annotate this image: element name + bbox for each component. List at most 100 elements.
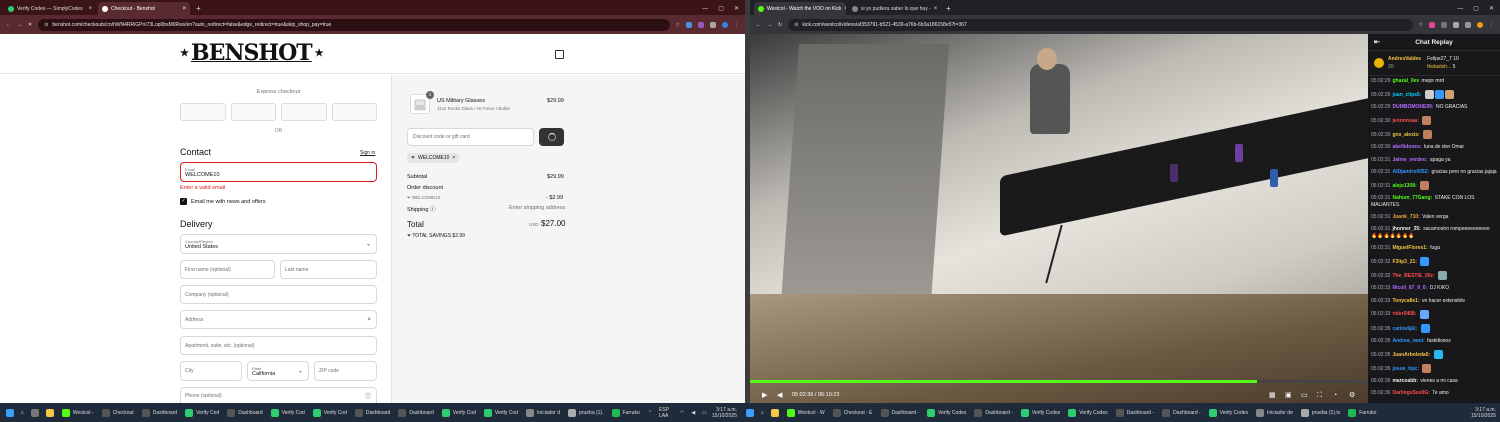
forward-icon[interactable]: → xyxy=(17,22,22,28)
benshot-logo[interactable]: ★ BENSHOT ★ xyxy=(180,40,324,66)
express-pay-button[interactable] xyxy=(180,103,226,121)
wifi-icon[interactable]: ◠ xyxy=(678,405,686,420)
phone-field[interactable]: Phone (optional) ⓘ xyxy=(180,387,377,403)
tab-checkout[interactable]: Checkout - Benshot × xyxy=(98,2,190,15)
message-username[interactable]: abellidones: xyxy=(1392,144,1421,150)
url-field[interactable]: ⊙ benshot.com/checkouts/cn/hWN4RRiGPnI73… xyxy=(38,18,670,31)
bookmark-star-icon[interactable]: ☆ xyxy=(676,22,680,28)
reload-icon[interactable]: ✕ xyxy=(28,22,32,28)
message-username[interactable]: rider5458: xyxy=(1392,311,1416,317)
start-button-icon[interactable] xyxy=(4,405,16,420)
taskbar-app-button[interactable]: Dashboard xyxy=(352,405,393,420)
taskbar-app-button[interactable]: Verify Cod xyxy=(182,405,222,420)
extension-icon[interactable] xyxy=(1441,21,1447,28)
message-username[interactable]: ghazal_llev xyxy=(1392,78,1419,84)
battery-icon[interactable]: ▭ xyxy=(700,405,709,420)
back-icon[interactable]: ← xyxy=(756,22,761,28)
shopping-bag-icon[interactable] xyxy=(555,50,564,59)
taskbar-app-button[interactable]: Dashboard - xyxy=(971,405,1016,420)
file-explorer-icon[interactable] xyxy=(769,405,781,420)
close-window-icon[interactable]: ✕ xyxy=(734,5,739,12)
message-username[interactable]: Jaime_verdeo: xyxy=(1392,157,1427,163)
taskbar-app-button[interactable]: Verify Codes xyxy=(1206,405,1251,420)
country-select[interactable]: Country/Region United States ⌄ xyxy=(180,234,377,254)
taskbar-app-button[interactable]: Verify Cod xyxy=(439,405,479,420)
taskbar-app-button[interactable]: Dashboard xyxy=(395,405,436,420)
taskbar-app-button[interactable]: Verify Codes xyxy=(1018,405,1063,420)
volume-icon[interactable]: ◀ xyxy=(777,392,784,399)
message-username[interactable]: jhonner_35: xyxy=(1392,226,1420,232)
company-field[interactable]: Company (optional) xyxy=(180,285,377,304)
message-username[interactable]: MiguelFlores1: xyxy=(1392,245,1427,251)
close-window-icon[interactable]: ✕ xyxy=(1489,5,1494,12)
taskbar-app-button[interactable]: Verify Codes xyxy=(924,405,969,420)
state-select[interactable]: State California ⌄ xyxy=(247,361,309,381)
info-icon[interactable]: ⓘ xyxy=(430,207,436,213)
message-username[interactable]: alejo1308: xyxy=(1392,183,1416,189)
menu-kebab-icon[interactable]: ⋮ xyxy=(734,22,739,28)
city-field[interactable]: City xyxy=(180,361,242,381)
extensions-puzzle-icon[interactable] xyxy=(1453,21,1459,28)
file-explorer-icon[interactable] xyxy=(44,405,56,420)
taskbar-app-button[interactable]: Verify Cod xyxy=(310,405,350,420)
settings-gear-icon[interactable]: ⚙ xyxy=(1349,392,1356,399)
zip-field[interactable]: ZIP code xyxy=(314,361,377,381)
taskbar-app-button[interactable]: prueba (1).tx xyxy=(1298,405,1343,420)
profile-avatar-icon[interactable] xyxy=(722,21,728,28)
message-username[interactable]: gnx_alexis: xyxy=(1392,132,1419,138)
collapse-chat-icon[interactable]: ⇤ xyxy=(1374,38,1380,46)
taskbar-app-button[interactable]: Westcol - xyxy=(59,405,97,420)
address-field[interactable]: Address ⌕ xyxy=(180,310,377,329)
reload-icon[interactable]: ↻ xyxy=(778,22,782,28)
first-name-field[interactable]: First name (optional) xyxy=(180,260,275,279)
apartment-field[interactable]: Apartment, suite, etc. (optional) xyxy=(180,336,377,355)
taskbar-app-button[interactable]: Dashboard - xyxy=(878,405,923,420)
clip-icon[interactable]: ▣ xyxy=(1285,392,1292,399)
message-username[interactable]: DUMBOMONE99: xyxy=(1392,104,1433,110)
back-icon[interactable]: ← xyxy=(6,22,11,28)
express-pay-button[interactable] xyxy=(281,103,327,121)
message-username[interactable]: juan_clips5: xyxy=(1392,92,1421,98)
message-username[interactable]: Nicoll_87_9_0: xyxy=(1392,285,1427,291)
email-field[interactable]: Email WELCOME10 xyxy=(180,162,377,182)
theater-mode-icon[interactable]: ▭ xyxy=(1301,392,1308,399)
close-tab-icon[interactable]: × xyxy=(182,6,186,12)
chapters-icon[interactable]: ▦ xyxy=(1269,392,1276,399)
taskbar-app-button[interactable]: Westcol - W xyxy=(784,405,828,420)
message-username[interactable]: DarlingsSus0G: xyxy=(1392,390,1430,396)
new-tab-icon[interactable]: + xyxy=(192,2,205,15)
site-info-icon[interactable]: ⊙ xyxy=(794,22,798,28)
tab-lyrics[interactable]: si yo pudiera saber lo que hay - × xyxy=(848,2,940,15)
message-username[interactable]: Andrea_rami: xyxy=(1392,338,1424,344)
taskbar-app-button[interactable]: Verify Cod xyxy=(481,405,521,420)
fullscreen-icon[interactable]: ⛶ xyxy=(1317,392,1324,399)
minimize-icon[interactable]: — xyxy=(1457,6,1463,12)
sign-in-link[interactable]: Sign in xyxy=(360,150,375,156)
newsletter-checkbox-row[interactable]: ✓ Email me with news and offers xyxy=(180,198,266,205)
taskbar-app-button[interactable]: Checkout - E xyxy=(830,405,876,420)
start-button-icon[interactable] xyxy=(744,405,756,420)
search-icon[interactable]: ⌕ xyxy=(759,405,766,420)
taskbar-app-button[interactable]: Checkout xyxy=(99,405,137,420)
language-indicator[interactable]: ESP LAA xyxy=(657,405,675,420)
extension-icon[interactable] xyxy=(686,21,692,28)
extension-icon[interactable] xyxy=(698,21,704,28)
taskbar-app-button[interactable]: Farruko xyxy=(609,405,643,420)
profile-avatar-icon[interactable] xyxy=(1477,21,1483,28)
url-field[interactable]: ⊙ kick.com/westcol/videos/af353791-b521-… xyxy=(788,18,1413,31)
message-username[interactable]: Tonycalle1: xyxy=(1392,298,1419,304)
taskbar-app-button[interactable]: Verify Cod xyxy=(268,405,308,420)
minimize-icon[interactable]: — xyxy=(702,6,708,12)
close-tab-icon[interactable]: × xyxy=(844,6,846,12)
tab-simplycodes[interactable]: Verify Codes — SimplyCodes × xyxy=(4,2,96,15)
express-pay-button[interactable] xyxy=(230,103,276,121)
message-username[interactable]: JuanArboleda0: xyxy=(1392,352,1430,358)
search-icon[interactable]: ⌕ xyxy=(19,405,26,420)
speed-icon[interactable]: ◔ xyxy=(1333,392,1340,399)
system-clock[interactable]: 3:17 a.m. 15/10/2025 xyxy=(712,407,741,419)
message-username[interactable]: AlDjandro0052: xyxy=(1392,169,1429,175)
bookmark-star-icon[interactable]: ☆ xyxy=(1419,22,1423,28)
task-view-icon[interactable] xyxy=(29,405,41,420)
taskbar-app-button[interactable]: Dashboard xyxy=(139,405,180,420)
taskbar-app-button[interactable]: Dashboard - xyxy=(1113,405,1158,420)
